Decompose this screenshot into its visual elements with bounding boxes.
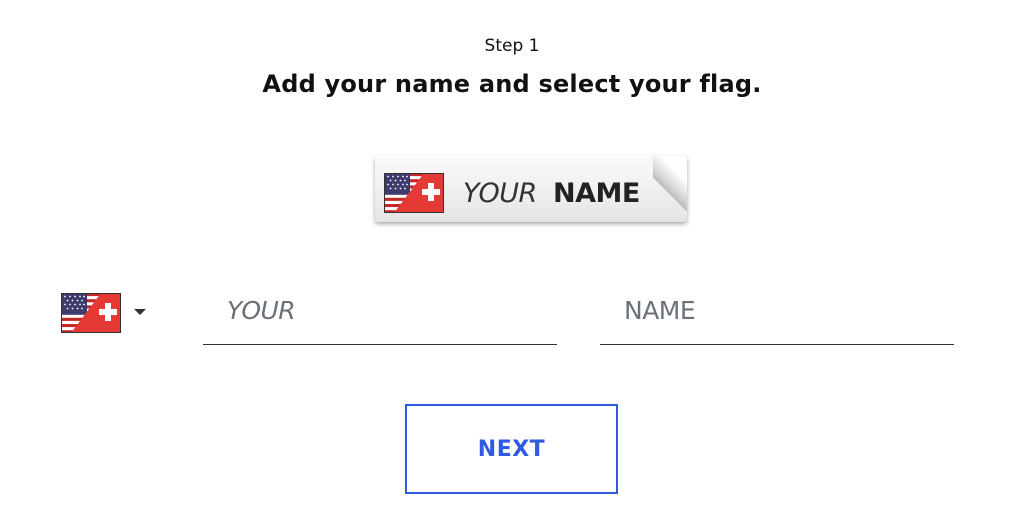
second-word-field — [600, 290, 954, 345]
badge-page-curl — [653, 156, 687, 214]
name-badge-preview: YOUR NAME — [375, 156, 687, 222]
badge-first-word: YOUR — [463, 178, 537, 209]
page-title: Add your name and select your flag. — [262, 70, 762, 98]
step-label: Step 1 — [484, 36, 540, 56]
caret-down-icon[interactable] — [134, 309, 146, 315]
badge-second-word: NAME — [553, 178, 640, 209]
second-word-input[interactable] — [600, 290, 954, 330]
us-swiss-flag-icon — [384, 173, 444, 213]
next-button[interactable]: NEXT — [405, 404, 618, 494]
flag-selector[interactable] — [61, 293, 151, 337]
first-word-field — [203, 290, 557, 345]
first-word-input[interactable] — [203, 290, 557, 330]
us-swiss-flag-icon — [61, 293, 121, 333]
